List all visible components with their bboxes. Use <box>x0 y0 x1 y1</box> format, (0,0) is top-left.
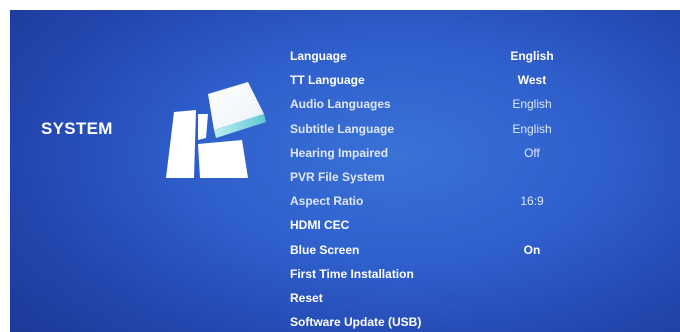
menu-item-pvr-file-system[interactable]: PVR File System <box>290 165 680 189</box>
system-tiles-icon <box>166 82 266 178</box>
menu-item-language[interactable]: Language English <box>290 44 680 68</box>
menu-item-value: English <box>512 97 552 112</box>
menu-item-blue-screen[interactable]: Blue Screen On <box>290 238 680 262</box>
menu-item-value: English <box>510 49 554 63</box>
menu-item-subtitle-language[interactable]: Subtitle Language English <box>290 117 680 141</box>
menu-item-label: PVR File System <box>290 169 385 184</box>
menu-item-audio-languages[interactable]: Audio Languages English <box>290 92 680 116</box>
menu-item-label: Language <box>290 49 347 63</box>
tv-settings-screen: SYSTEM Language English TT Language West… <box>10 10 680 332</box>
menu-item-value: English <box>512 121 552 136</box>
menu-item-label: Aspect Ratio <box>290 194 364 209</box>
menu-item-label: Subtitle Language <box>290 121 395 136</box>
system-menu: Language English TT Language West Audio … <box>290 44 680 332</box>
menu-item-value: West <box>517 73 547 88</box>
menu-item-label: First Time Installation <box>290 266 414 281</box>
menu-item-value: Off <box>524 145 540 160</box>
menu-item-label: TT Language <box>290 73 365 88</box>
menu-item-hearing-impaired[interactable]: Hearing Impaired Off <box>290 141 680 165</box>
section-title: SYSTEM <box>41 119 113 138</box>
menu-item-value: 16:9 <box>520 194 544 209</box>
menu-item-aspect-ratio[interactable]: Aspect Ratio 16:9 <box>290 189 680 213</box>
menu-item-first-time-installation[interactable]: First Time Installation <box>290 262 680 286</box>
menu-item-value: On <box>523 242 541 257</box>
menu-item-label: Hearing Impaired <box>290 145 389 160</box>
menu-item-label: Software Update (USB) <box>290 315 422 330</box>
menu-item-reset[interactable]: Reset <box>290 286 680 310</box>
menu-item-label: Reset <box>290 290 323 305</box>
menu-item-label: Audio Languages <box>290 97 391 112</box>
menu-item-label: Blue Screen <box>290 242 360 257</box>
menu-item-hdmi-cec[interactable]: HDMI CEC <box>290 213 680 237</box>
menu-item-tt-language[interactable]: TT Language West <box>290 68 680 92</box>
menu-item-software-update[interactable]: Software Update (USB) <box>290 310 680 332</box>
menu-item-label: HDMI CEC <box>290 218 350 233</box>
